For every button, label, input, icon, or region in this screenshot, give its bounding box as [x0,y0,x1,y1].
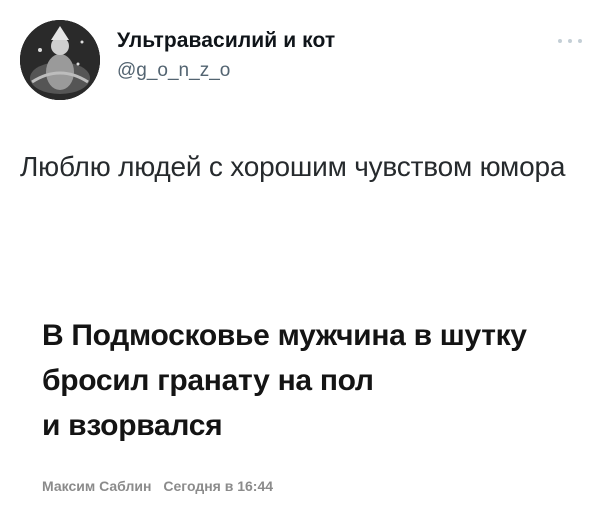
tweet-text: Люблю людей с хорошим чувством юмора [20,151,566,182]
news-meta: Максим Саблин Сегодня в 16:44 [42,478,273,494]
more-horizontal-icon[interactable] [558,36,582,46]
user-handle[interactable]: @g_o_n_z_o [117,60,230,82]
news-headline: В Подмосковье мужчина в шутку бросил гра… [42,319,527,442]
display-name[interactable]: Ультравасилий и кот [117,29,335,53]
news-timestamp: Сегодня в 16:44 [163,478,274,494]
avatar-image [20,20,100,100]
news-author: Максим Саблин [42,478,152,494]
avatar[interactable] [20,20,100,100]
